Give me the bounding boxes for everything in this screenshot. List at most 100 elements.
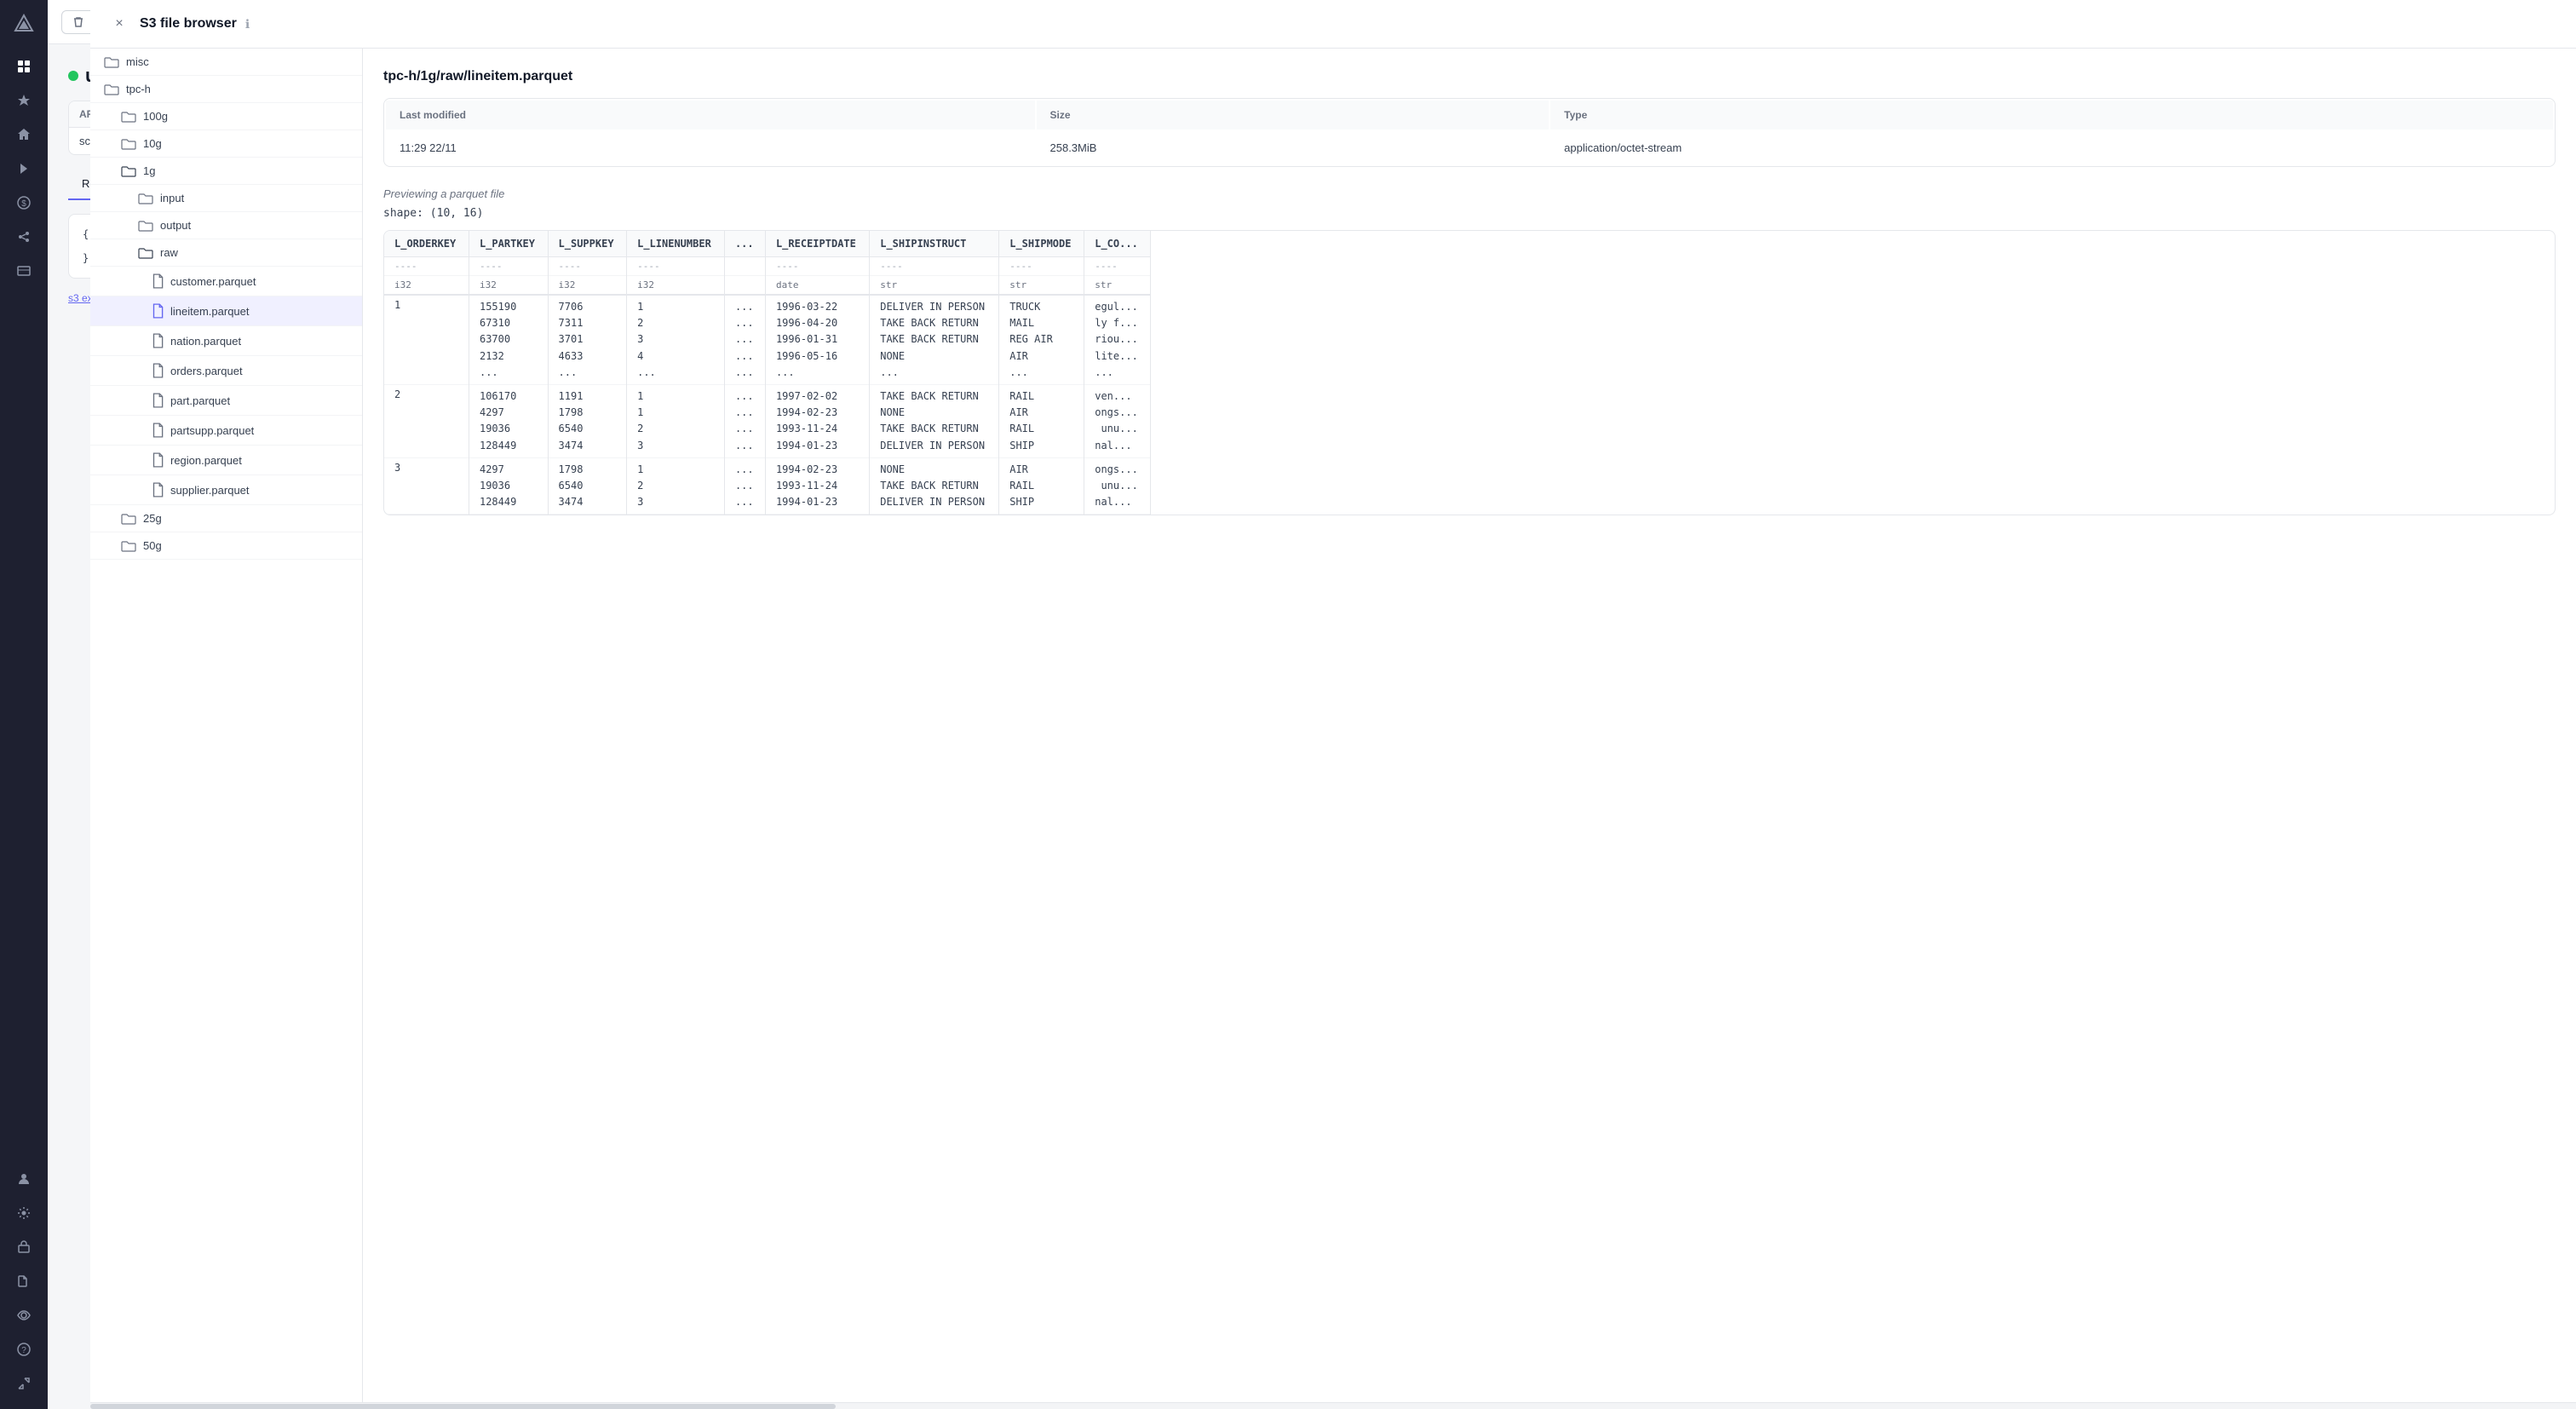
cell-comment-3: ongs... unu... nal... [1084,457,1151,515]
file-icon [152,363,164,378]
sidebar-item-preview[interactable] [9,1300,39,1331]
type-shipmode: str [999,276,1084,296]
type-partkey: i32 [469,276,548,296]
tree-item-25g[interactable]: 25g [90,505,362,532]
file-icon [152,303,164,319]
sidebar-item-home[interactable] [9,119,39,150]
file-icon [152,423,164,438]
modal-header: × S3 file browser ℹ [90,0,2576,49]
table-row: 3 4297 19036 128449 1798 6540 3474 1 2 3… [384,457,1151,515]
cell-ellipsis-3: ... ... ... [724,457,765,515]
type-ellipsis [724,276,765,296]
cell-linenumber: 1 2 3 4 ... [627,295,725,384]
tree-item-customer[interactable]: customer.parquet [90,267,362,296]
tree-label-orders: orders.parquet [170,365,243,377]
sidebar-item-runs[interactable] [9,153,39,184]
tree-item-tpc-h[interactable]: tpc-h [90,76,362,103]
sidebar-item-settings[interactable] [9,1198,39,1228]
tree-item-partsupp[interactable]: partsupp.parquet [90,416,362,446]
tree-item-10g[interactable]: 10g [90,130,362,158]
folder-icon [121,111,136,123]
folder-icon [121,540,136,552]
cell-linenumber-2: 1 1 2 3 [627,384,725,457]
sidebar-item-files[interactable] [9,1266,39,1297]
col-comment: L_CO... [1084,231,1151,257]
sidebar-item-help[interactable]: ? [9,1334,39,1365]
sidebar-item-integrations[interactable] [9,221,39,252]
col-ellipsis: ... [724,231,765,257]
dash-partkey: ---- [469,257,548,276]
sidebar-item-dashboard[interactable] [9,51,39,82]
tree-label-lineitem: lineitem.parquet [170,305,250,318]
col-receiptdate: L_RECEIPTDATE [765,231,869,257]
tree-label-100g: 100g [143,110,168,123]
svg-text:$: $ [21,199,26,209]
col-partkey: L_PARTKEY [469,231,548,257]
folder-icon [121,138,136,150]
tree-item-nation[interactable]: nation.parquet [90,326,362,356]
tree-label-supplier: supplier.parquet [170,484,250,497]
file-icon [152,393,164,408]
modal-scrollbar[interactable] [90,1402,2576,1409]
modal-close-button[interactable]: × [107,12,131,36]
tree-item-orders[interactable]: orders.parquet [90,356,362,386]
type-value: application/octet-stream [1550,131,2553,164]
dash-linenumber: ---- [627,257,725,276]
tree-item-supplier[interactable]: supplier.parquet [90,475,362,505]
cell-ellipsis-2: ... ... ... ... [724,384,765,457]
tree-item-lineitem[interactable]: lineitem.parquet [90,296,362,326]
dash-comment: ---- [1084,257,1151,276]
tree-item-region[interactable]: region.parquet [90,446,362,475]
cell-suppkey: 7706 7311 3701 4633 ... [548,295,627,384]
folder-icon [121,165,136,177]
cell-linenumber-3: 1 2 3 [627,457,725,515]
tree-item-output[interactable]: output [90,212,362,239]
type-receiptdate: date [765,276,869,296]
folder-icon [104,83,119,95]
col-suppkey: L_SUPPKEY [548,231,627,257]
col-shipmode: L_SHIPMODE [999,231,1084,257]
tree-item-raw[interactable]: raw [90,239,362,267]
cell-partkey: 155190 67310 63700 2132 ... [469,295,548,384]
tree-item-part[interactable]: part.parquet [90,386,362,416]
folder-icon [138,247,153,259]
sidebar-item-profile[interactable] [9,1164,39,1194]
tree-item-50g[interactable]: 50g [90,532,362,560]
col-shipinstruct: L_SHIPINSTRUCT [870,231,999,257]
sidebar-item-packages[interactable] [9,1232,39,1262]
folder-icon [121,513,136,525]
dash-receiptdate: ---- [765,257,869,276]
scrollbar-thumb[interactable] [90,1404,836,1409]
s3-file-browser-modal: × S3 file browser ℹ misc [90,0,2576,1409]
tree-label-nation: nation.parquet [170,335,241,348]
col-linenumber: L_LINENUMBER [627,231,725,257]
shape-info: shape: (10, 16) [383,207,2556,220]
col-orderkey: L_ORDERKEY [384,231,469,257]
file-icon [152,273,164,289]
dash-suppkey: ---- [548,257,627,276]
tree-label-partsupp: partsupp.parquet [170,424,254,437]
type-comment: str [1084,276,1151,296]
tree-label-1g: 1g [143,164,155,177]
type-suppkey: i32 [548,276,627,296]
cell-shipmode-3: AIR RAIL SHIP [999,457,1084,515]
tree-label-customer: customer.parquet [170,275,256,288]
cell-orderkey: 1 [384,295,469,384]
tree-label-region: region.parquet [170,454,242,467]
sidebar-item-jobs[interactable] [9,256,39,286]
tree-label-50g: 50g [143,539,162,552]
type-orderkey: i32 [384,276,469,296]
data-table-wrapper: L_ORDERKEY L_PARTKEY L_SUPPKEY L_LINENUM… [383,230,2556,515]
modal-info-icon: ℹ [245,17,250,32]
file-icon [152,452,164,468]
tree-item-misc[interactable]: misc [90,49,362,76]
tree-item-input[interactable]: input [90,185,362,212]
sidebar-item-favorites[interactable] [9,85,39,116]
sidebar-bottom: ? [9,1164,39,1399]
tree-item-100g[interactable]: 100g [90,103,362,130]
sidebar-item-billing[interactable]: $ [9,187,39,218]
tree-item-1g[interactable]: 1g [90,158,362,185]
file-preview-title: tpc-h/1g/raw/lineitem.parquet [383,69,2556,84]
dash-shipinstruct: ---- [870,257,999,276]
sidebar-item-expand[interactable] [9,1368,39,1399]
